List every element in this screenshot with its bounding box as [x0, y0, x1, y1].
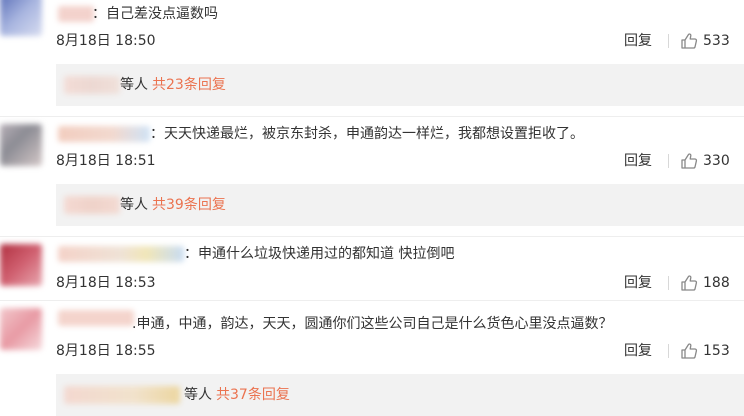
divider: [668, 344, 669, 358]
thumbs-up-icon: [681, 275, 698, 291]
avatar[interactable]: [0, 124, 42, 166]
subreply-count-link[interactable]: 共23条回复: [152, 77, 226, 93]
subreply-who: 等人: [120, 77, 148, 93]
thumbs-up-icon: [681, 343, 698, 359]
thumbs-up-icon: [681, 33, 698, 49]
comment-text: ：申通什么垃圾快递用过的都知道 快拉倒吧: [184, 246, 455, 262]
subreply-summary: 等人 共23条回复: [120, 76, 226, 94]
comment-text: .申通，中通，韵达，天天，圆通你们这些公司自己是什么货色心里没点逼数？: [132, 316, 613, 332]
like-count: 330: [703, 153, 730, 169]
like-count: 153: [703, 343, 730, 359]
comment-time: 8月18日 18:55: [56, 343, 156, 359]
subreply-box[interactable]: 等人 共37条回复: [56, 374, 744, 416]
comment-time: 8月18日 18:51: [56, 153, 156, 169]
avatar[interactable]: [0, 308, 42, 350]
divider: [0, 236, 744, 237]
comment-time: 8月18日 18:53: [56, 275, 156, 291]
like-count: 188: [703, 275, 730, 291]
comment-time: 8月18日 18:50: [56, 33, 156, 49]
username[interactable]: [58, 126, 150, 142]
subreply-avatars: [64, 76, 120, 94]
username[interactable]: [58, 246, 184, 262]
subreply-avatars: [64, 386, 180, 404]
comment-text: ：自己差没点逼数吗: [92, 6, 218, 22]
subreply-who: 等人: [120, 197, 148, 213]
subreply-count-link[interactable]: 共37条回复: [216, 387, 290, 403]
reply-button[interactable]: 回复: [624, 32, 652, 50]
like-button[interactable]: 153: [680, 342, 730, 360]
like-button[interactable]: 533: [680, 32, 730, 50]
thumbs-up-icon: [681, 153, 698, 169]
reply-button[interactable]: 回复: [624, 274, 652, 292]
subreply-box[interactable]: 等人 共23条回复: [56, 64, 744, 106]
divider: [668, 154, 669, 168]
username[interactable]: [58, 310, 134, 326]
avatar[interactable]: [0, 244, 42, 286]
reply-button[interactable]: 回复: [624, 152, 652, 170]
divider: [0, 300, 744, 301]
subreply-summary: 等人 共39条回复: [120, 196, 226, 214]
username[interactable]: [58, 6, 94, 22]
divider: [668, 276, 669, 290]
subreply-who: 等人: [184, 387, 212, 403]
subreply-box[interactable]: 等人 共39条回复: [56, 184, 744, 226]
like-count: 533: [703, 33, 730, 49]
subreply-avatars: [64, 196, 120, 214]
subreply-count-link[interactable]: 共39条回复: [152, 197, 226, 213]
like-button[interactable]: 188: [680, 274, 730, 292]
divider: [0, 116, 744, 117]
reply-button[interactable]: 回复: [624, 342, 652, 360]
like-button[interactable]: 330: [680, 152, 730, 170]
comment-text: ：天天快递最烂，被京东封杀，申通韵达一样烂，我都想设置拒收了。: [150, 126, 584, 142]
avatar[interactable]: [0, 0, 42, 36]
divider: [668, 34, 669, 48]
subreply-summary: 等人 共37条回复: [184, 386, 290, 404]
